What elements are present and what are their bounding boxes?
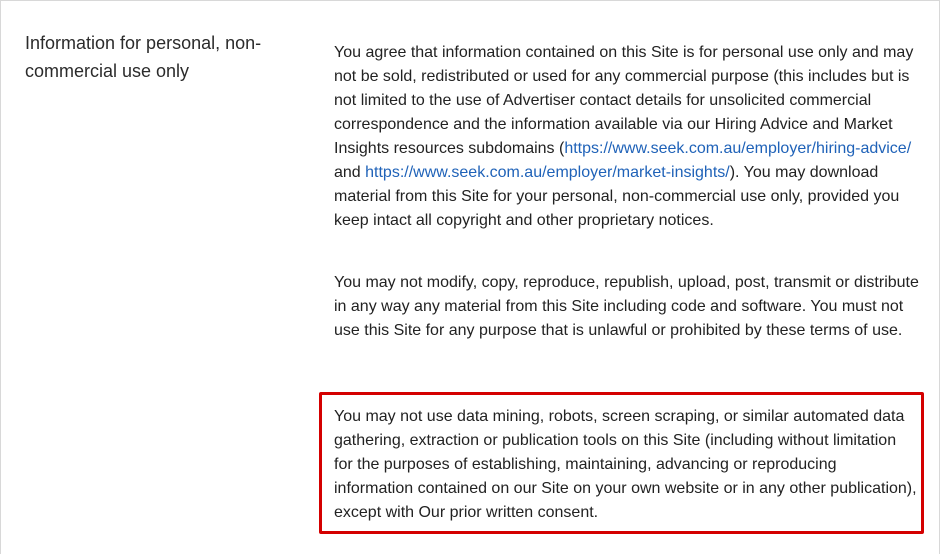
paragraph-no-data-mining: You may not use data mining, robots, scr… <box>334 408 917 521</box>
terms-section: Information for personal, non-commercial… <box>0 0 940 554</box>
hiring-advice-link[interactable]: https://www.seek.com.au/employer/hiring-… <box>564 140 911 157</box>
paragraph-personal-use: You agree that information contained on … <box>334 41 919 233</box>
section-heading: Information for personal, non-commercial… <box>25 33 262 81</box>
paragraph-text: and <box>334 164 366 181</box>
market-insights-link[interactable]: https://www.seek.com.au/employer/market-… <box>365 164 730 181</box>
paragraph-no-modify: You may not modify, copy, reproduce, rep… <box>334 274 919 339</box>
